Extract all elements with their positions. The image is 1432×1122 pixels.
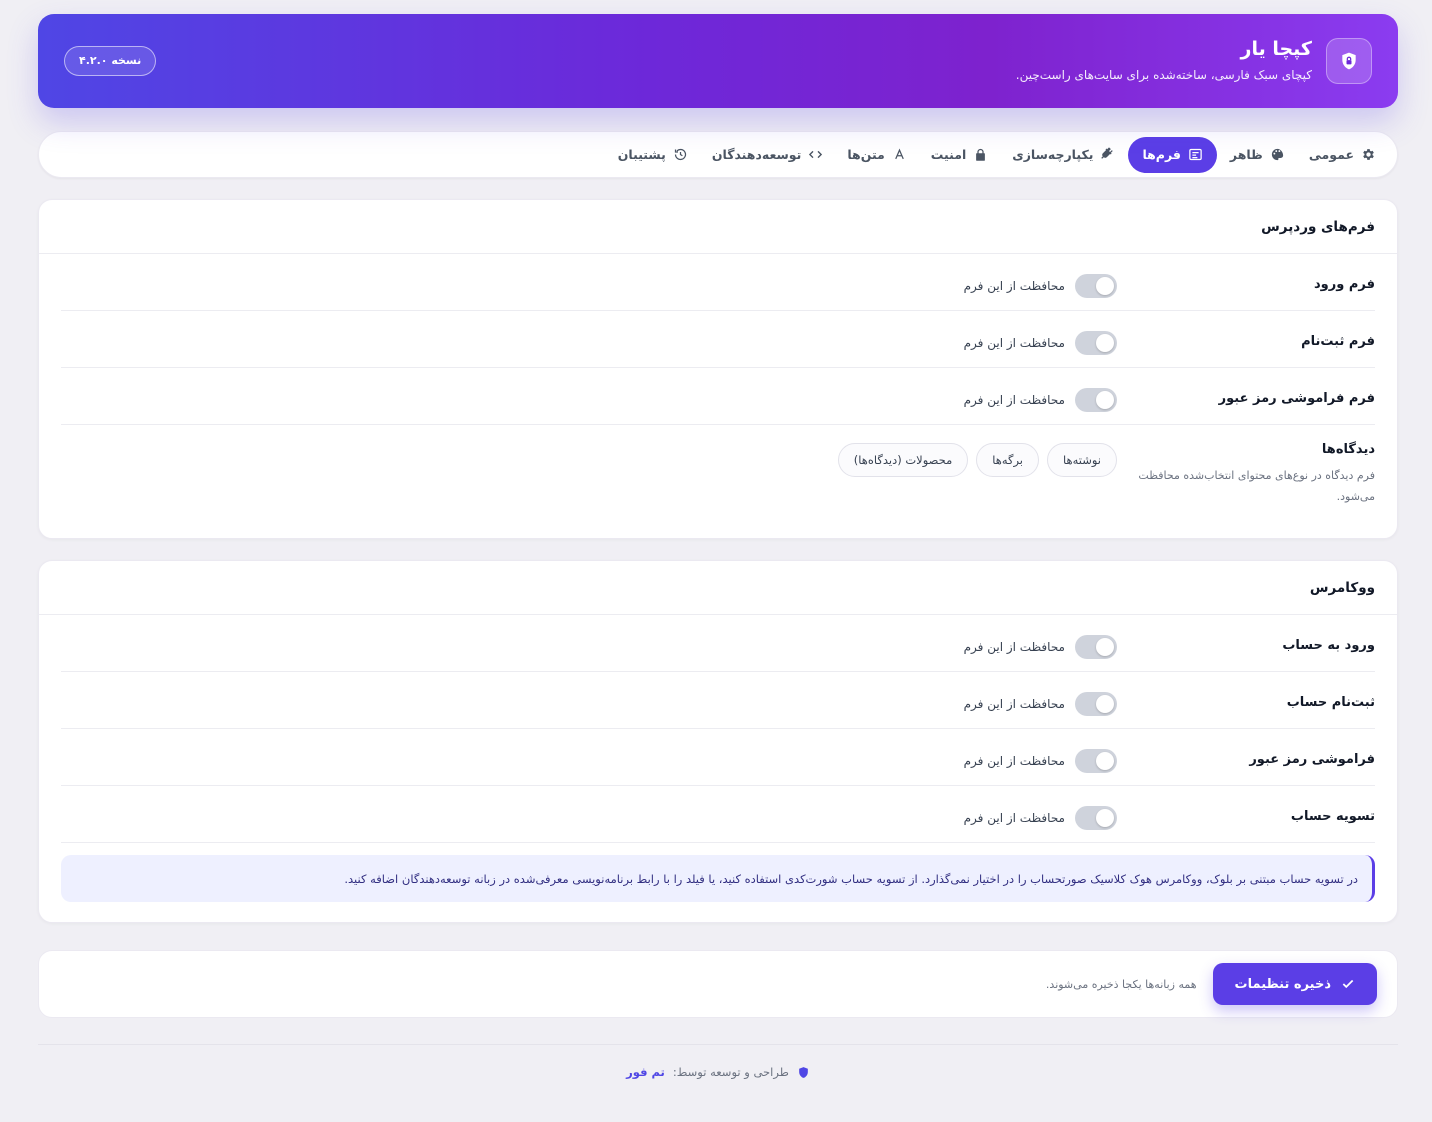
wc-register-row: ثبت‌نام حساب محافظت از این فرم [61, 672, 1375, 729]
tab-general[interactable]: عمومی [1298, 137, 1387, 173]
text-icon [894, 148, 904, 160]
wc-login-toggle[interactable] [1075, 635, 1117, 659]
post-type-chips: نوشته‌ها برگه‌ها محصولات (دیدگاه‌ها) [837, 443, 1117, 477]
row-label: فرم ورود [1314, 277, 1375, 292]
gear-icon [1363, 149, 1374, 160]
row-label: فرم ثبت‌نام [1301, 334, 1375, 349]
chip-pages[interactable]: برگه‌ها [976, 443, 1040, 477]
lost-password-form-toggle[interactable] [1075, 388, 1117, 412]
history-icon [674, 148, 686, 161]
wc-checkout-toggle[interactable] [1075, 806, 1117, 830]
wp-forms-card: فرم‌های وردپرس فرم ورود محافظت از این فر… [38, 199, 1398, 539]
comments-description: فرم دیدگاه در نوع‌های محتوای انتخاب‌شده … [1138, 469, 1375, 503]
row-label: فرم فراموشی رمز عبور [1218, 391, 1375, 406]
save-hint: همه زبانه‌ها یکجا ذخیره می‌شوند. [1045, 977, 1197, 991]
version-badge: نسخه ۴.۲.۰ [64, 46, 157, 76]
toggle-label: محافظت از این فرم [963, 754, 1065, 768]
save-button[interactable]: ذخیره تنظیمات [1212, 963, 1377, 1005]
tab-appearance[interactable]: ظاهر [1219, 137, 1296, 173]
wc-register-toggle[interactable] [1075, 692, 1117, 716]
form-icon [1189, 148, 1202, 161]
tab-security[interactable]: امنیت [920, 137, 999, 173]
register-form-toggle[interactable] [1075, 331, 1117, 355]
tab-label: پشتیبان [617, 147, 666, 162]
footer-divider [38, 1044, 1398, 1045]
comments-row: دیدگاه‌ها فرم دیدگاه در نوع‌های محتوای ا… [61, 425, 1375, 538]
wc-lost-password-toggle[interactable] [1075, 749, 1117, 773]
toggle-label: محافظت از این فرم [963, 393, 1065, 407]
toggle-label: محافظت از این فرم [963, 811, 1065, 825]
check-icon [1342, 979, 1354, 989]
lock-icon [976, 148, 986, 161]
tab-label: عمومی [1308, 147, 1354, 162]
card-title: ووکامرس [39, 561, 1397, 615]
shield-icon [799, 1066, 808, 1078]
row-label: ورود به حساب [1282, 638, 1375, 653]
woocommerce-card: ووکامرس ورود به حساب محافظت از این فرم ث… [38, 560, 1398, 923]
tab-label: یکپارچه‌سازی [1012, 147, 1094, 162]
login-form-row: فرم ورود محافظت از این فرم [61, 254, 1375, 311]
code-icon [809, 150, 823, 159]
card-title: فرم‌های وردپرس [39, 200, 1397, 254]
tab-label: فرم‌ها [1142, 147, 1181, 162]
row-label: دیدگاه‌ها [1321, 442, 1375, 457]
toggle-label: محافظت از این فرم [963, 336, 1065, 350]
tab-integration[interactable]: یکپارچه‌سازی [1001, 137, 1126, 173]
tab-label: توسعه‌دهندگان [711, 147, 802, 162]
tab-label: متن‌ها [847, 147, 885, 162]
chip-products[interactable]: محصولات (دیدگاه‌ها) [837, 443, 969, 477]
row-label: تسویه حساب [1290, 809, 1375, 824]
tab-texts[interactable]: متن‌ها [836, 137, 917, 173]
wc-checkout-row: تسویه حساب محافظت از این فرم [61, 786, 1375, 843]
tab-label: ظاهر [1229, 147, 1263, 162]
plugin-header: کپچا یار کپچای سبک فارسی، ساخته‌شده برای… [38, 14, 1398, 108]
palette-icon [1271, 148, 1283, 161]
toggle-label: محافظت از این فرم [963, 697, 1065, 711]
chip-posts[interactable]: نوشته‌ها [1047, 443, 1117, 477]
shield-lock-icon [1326, 38, 1372, 84]
tab-backup[interactable]: پشتیبان [607, 137, 699, 173]
tab-label: امنیت [930, 147, 967, 162]
register-form-row: فرم ثبت‌نام محافظت از این فرم [61, 311, 1375, 368]
tab-forms[interactable]: فرم‌ها [1128, 136, 1217, 173]
plug-icon [1101, 147, 1114, 159]
tab-developers[interactable]: توسعه‌دهندگان [701, 137, 835, 173]
plugin-title: کپچا یار [1240, 38, 1312, 60]
footer: طراحی و توسعه توسط: تم فور [38, 1065, 1398, 1079]
lost-password-form-row: فرم فراموشی رمز عبور محافظت از این فرم [61, 368, 1375, 425]
plugin-subtitle: کپچای سبک فارسی، ساخته‌شده برای سایت‌های… [1015, 68, 1312, 82]
settings-tabs: عمومی ظاهر فرم‌ها یکپارچه‌سازی امنیت متن… [38, 131, 1398, 178]
login-form-toggle[interactable] [1075, 274, 1117, 298]
footer-credit: طراحی و توسعه توسط: [672, 1065, 789, 1079]
row-label: ثبت‌نام حساب [1286, 695, 1375, 710]
wc-login-row: ورود به حساب محافظت از این فرم [61, 615, 1375, 672]
wc-lost-password-row: فراموشی رمز عبور محافظت از این فرم [61, 729, 1375, 786]
checkout-notice: در تسویه حساب مبتنی بر بلوک، ووکامرس هوک… [61, 855, 1375, 902]
settings-page: کپچا یار کپچای سبک فارسی، ساخته‌شده برای… [38, 14, 1398, 1079]
toggle-label: محافظت از این فرم [963, 279, 1065, 293]
footer-brand-link[interactable]: تم فور [626, 1065, 665, 1079]
save-button-label: ذخیره تنظیمات [1234, 976, 1331, 992]
save-bar: ذخیره تنظیمات همه زبانه‌ها یکجا ذخیره می… [38, 950, 1398, 1018]
toggle-label: محافظت از این فرم [963, 640, 1065, 654]
row-label: فراموشی رمز عبور [1249, 752, 1375, 767]
